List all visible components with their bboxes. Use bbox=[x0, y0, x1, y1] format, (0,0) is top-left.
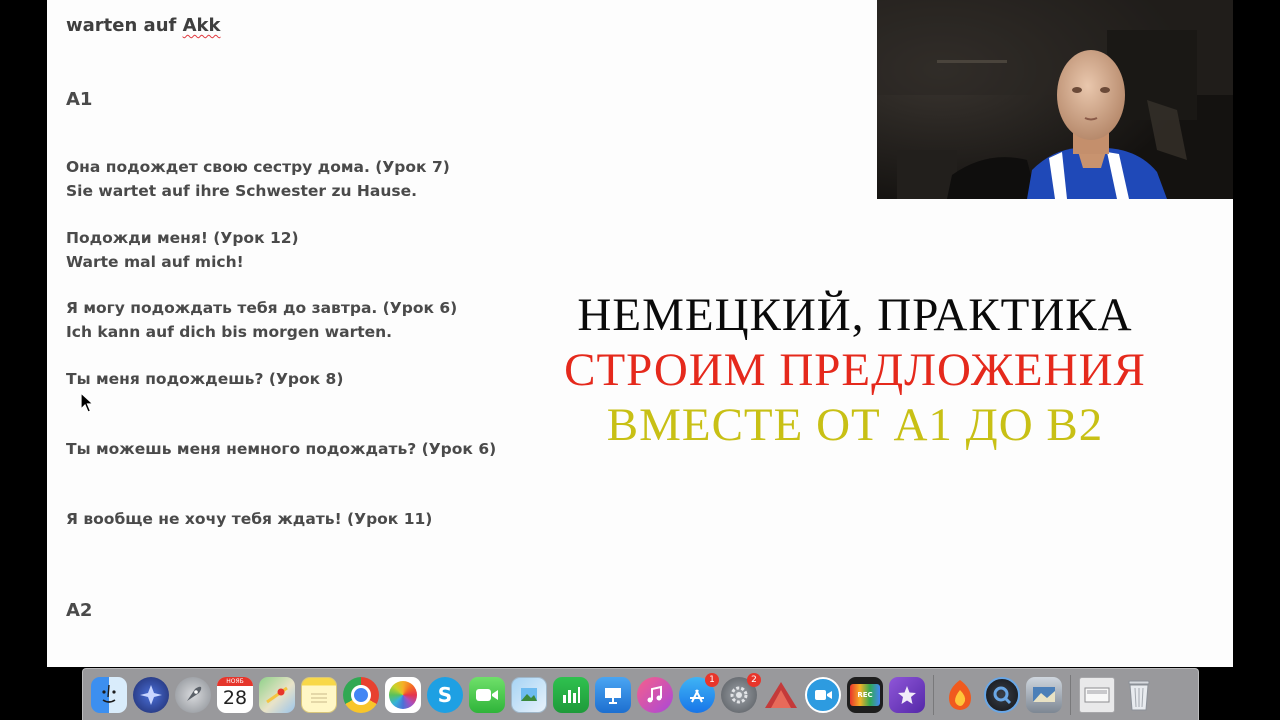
hotspot-shield-icon[interactable] bbox=[942, 677, 978, 713]
sentence-de: Sie wartet auf ihre Schwester zu Hause. bbox=[66, 182, 418, 200]
dock-separator bbox=[1070, 674, 1071, 715]
document-title: warten auf Akk bbox=[66, 14, 220, 38]
finder-icon[interactable] bbox=[91, 676, 127, 713]
music-icon[interactable] bbox=[637, 676, 673, 713]
screen: warten auf Akk A1 Она подождет свою сест… bbox=[0, 0, 1280, 720]
chrome-icon[interactable] bbox=[343, 676, 379, 713]
skype-icon[interactable]: S bbox=[427, 676, 463, 713]
keynote-icon[interactable] bbox=[595, 676, 631, 713]
sentence-de: Ich kann auf dich bis morgen warten. bbox=[66, 323, 393, 341]
preview-icon[interactable] bbox=[511, 676, 547, 713]
overlay-title-line-2: СТРОИМ ПРЕДЛОЖЕНИЯ bbox=[564, 344, 1146, 396]
notification-badge: 1 bbox=[705, 672, 719, 687]
facetime-icon[interactable] bbox=[469, 676, 505, 713]
screen-recorder-icon[interactable] bbox=[805, 676, 841, 713]
photos-icon[interactable] bbox=[385, 676, 421, 713]
level-heading-a1: A1 bbox=[66, 89, 93, 110]
system-preferences-icon[interactable]: 2 bbox=[721, 672, 761, 713]
image-capture-icon[interactable] bbox=[1026, 676, 1062, 713]
notification-badge: 2 bbox=[747, 672, 761, 687]
misspelled-word[interactable]: Akk bbox=[183, 15, 221, 36]
trash-icon[interactable] bbox=[1121, 677, 1157, 713]
sentence-ru: Ты меня подождешь? (Урок 8) bbox=[66, 370, 344, 388]
launchpad-icon[interactable] bbox=[133, 676, 169, 713]
dock-separator bbox=[933, 674, 934, 715]
skype-letter: S bbox=[437, 682, 453, 707]
mouse-pointer-icon bbox=[80, 391, 95, 419]
calendar-icon[interactable]: НОЯБ 28 bbox=[217, 676, 253, 713]
imovie-icon[interactable] bbox=[889, 676, 925, 713]
overlay-title-line-1: НЕМЕЦКИЙ, ПРАКТИКА bbox=[577, 289, 1133, 341]
sentence-ru: Подожди меня! (Урок 12) bbox=[66, 229, 299, 247]
webcam-video bbox=[877, 0, 1233, 199]
sentence-de: Warte mal auf mich! bbox=[66, 253, 244, 271]
maps-icon[interactable] bbox=[259, 676, 295, 713]
numbers-icon[interactable] bbox=[553, 676, 589, 713]
calendar-day: 28 bbox=[222, 686, 248, 709]
sentence-ru: Я вообще не хочу тебя ждать! (Урок 11) bbox=[66, 510, 433, 528]
app-store-icon[interactable]: 1 bbox=[679, 672, 719, 713]
rocket-icon[interactable] bbox=[175, 676, 211, 713]
sentence-ru: Она подождет свою сестру дома. (Урок 7) bbox=[66, 158, 450, 176]
dock: НОЯБ 28 S 1 2 REC bbox=[82, 668, 1199, 720]
notes-icon[interactable] bbox=[301, 676, 337, 713]
calendar-month: НОЯБ bbox=[217, 676, 253, 686]
downloads-stack-icon[interactable] bbox=[1079, 676, 1115, 713]
overlay-title-line-3: ВМЕСТЕ ОТ А1 ДО В2 bbox=[606, 399, 1104, 451]
rec-label: REC bbox=[857, 690, 873, 699]
rec-icon[interactable]: REC bbox=[847, 676, 883, 713]
sentence-ru: Ты можешь меня немного подождать? (Урок … bbox=[66, 440, 497, 458]
affinity-icon[interactable] bbox=[763, 677, 799, 713]
presenter-video-frame bbox=[877, 0, 1233, 199]
quicktime-icon[interactable] bbox=[984, 676, 1020, 713]
sentence-ru: Я могу подождать тебя до завтра. (Урок 6… bbox=[66, 299, 458, 317]
level-heading-a2: A2 bbox=[66, 600, 93, 621]
title-text: warten auf bbox=[66, 15, 183, 36]
